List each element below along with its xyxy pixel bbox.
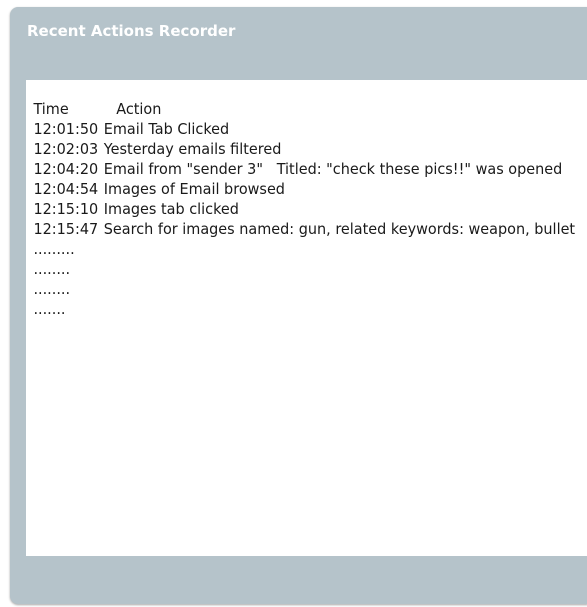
log-entry-time: 12:15:47 [33,220,99,238]
recent-actions-panel: Recent Actions Recorder Time Action 12:01… [10,7,587,604]
log-entry: 12:01:50 Email Tab Clicked [33,119,580,139]
log-entry-time: 12:04:54 [33,180,99,198]
log-entry: 12:04:20 Email from "sender 3" Titled: "c… [33,159,580,179]
log-entry: 12:15:47 Search for images named: gun, re… [33,219,580,239]
log-entry: 12:02:03 Yesterday emails filtered [33,139,580,159]
log-entry-time: 12:04:20 [33,160,99,178]
log-entry-time: 12:02:03 [33,140,99,158]
log-continuation: ....... [33,300,66,318]
log-continuation: ......... [33,240,75,258]
log-continuation: ........ [33,280,71,298]
log-entry-action: Yesterday emails filtered [103,140,282,158]
panel-title: Recent Actions Recorder [27,22,236,40]
log-entry-time: 12:01:50 [33,120,99,138]
action-column-header: Action [116,100,162,118]
action-log: Time Action 12:01:50 Email Tab Clicked 12:… [26,80,587,556]
log-header-row: Time Action [33,99,580,119]
log-entry-action: Images of Email browsed [103,180,285,198]
log-entry-action: Search for images named: gun, related ke… [103,220,576,238]
log-entry: 12:15:10 Images tab clicked [33,199,580,219]
log-entry: 12:04:54 Images of Email browsed [33,179,580,199]
log-entry-action: Email from "sender 3" Titled: "check the… [103,160,563,178]
log-continuation: ........ [33,260,71,278]
log-entry-time: 12:15:10 [33,200,99,218]
log-entry-action: Email Tab Clicked [103,120,230,138]
time-column-header: Time [33,100,69,118]
log-entry-action: Images tab clicked [103,200,239,218]
